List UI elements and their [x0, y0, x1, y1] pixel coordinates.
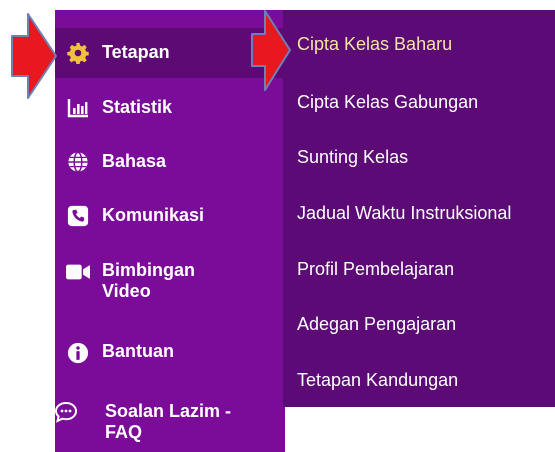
red-arrow-icon	[11, 13, 57, 99]
submenu-item-profil-pembelajaran[interactable]: Profil Pembelajaran	[297, 259, 454, 280]
sidebar-item-label: Bantuan	[102, 341, 174, 361]
sidebar-item-bantuan[interactable]: Bantuan	[55, 328, 285, 376]
sidebar-item-label: Komunikasi	[102, 205, 205, 225]
sidebar-item-label: Statistik	[102, 97, 173, 117]
chat-bubble-icon	[54, 400, 78, 424]
label-line: Bimbingan	[102, 260, 195, 280]
label-line: Soalan Lazim -	[105, 401, 232, 421]
gear-icon	[66, 41, 90, 65]
submenu-item-sunting-kelas[interactable]: Sunting Kelas	[297, 147, 408, 168]
sidebar-item-bahasa[interactable]: Bahasa	[55, 138, 285, 186]
sidebar-item-label: Soalan Lazim - FAQ	[105, 401, 231, 443]
submenu-item-tetapan-kandungan[interactable]: Tetapan Kandungan	[297, 370, 458, 391]
globe-icon	[66, 150, 90, 174]
bar-chart-icon	[66, 96, 90, 120]
label-line: Video	[102, 281, 151, 301]
submenu: Cipta Kelas Baharu Cipta Kelas Gabungan …	[283, 10, 555, 407]
sidebar-item-komunikasi[interactable]: Komunikasi	[55, 192, 285, 240]
phone-icon	[66, 204, 90, 228]
submenu-item-cipta-kelas-gabungan[interactable]: Cipta Kelas Gabungan	[297, 92, 478, 113]
video-camera-icon	[66, 260, 90, 284]
submenu-item-jadual-waktu-instruksional[interactable]: Jadual Waktu Instruksional	[297, 203, 511, 224]
submenu-item-adegan-pengajaran[interactable]: Adegan Pengajaran	[297, 314, 456, 335]
label-line: FAQ	[105, 422, 143, 442]
sidebar-item-bimbingan-video[interactable]: Bimbingan Video	[55, 248, 285, 316]
sidebar-item-soalan-lazim[interactable]: Soalan Lazim - FAQ	[54, 388, 285, 452]
sidebar-item-label: Tetapan	[102, 42, 170, 62]
sidebar-item-label: Bahasa	[102, 151, 167, 171]
red-arrow-icon	[251, 10, 291, 91]
sidebar-item-label: Bimbingan Video	[102, 260, 195, 302]
submenu-item-cipta-kelas-baharu[interactable]: Cipta Kelas Baharu	[297, 34, 452, 55]
info-icon	[66, 341, 90, 365]
